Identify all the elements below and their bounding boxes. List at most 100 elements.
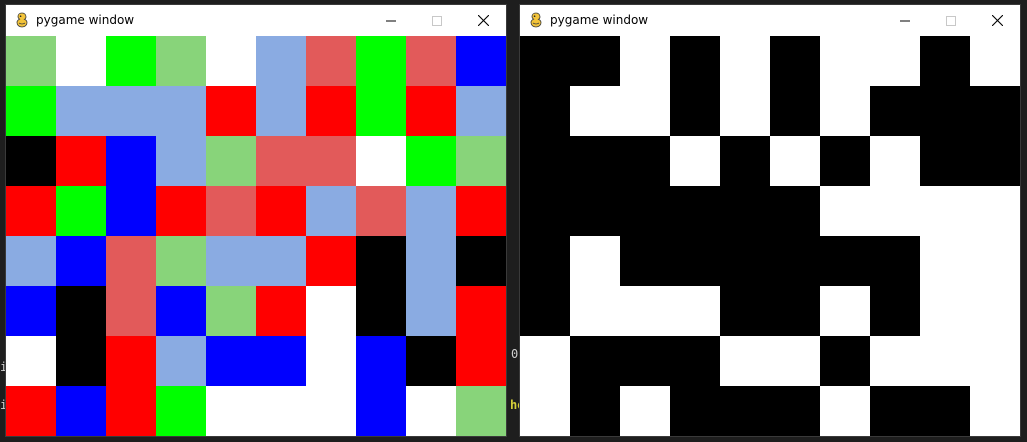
- grid-tile: [206, 36, 256, 86]
- grid-tile: [920, 236, 970, 286]
- grid-tile: [570, 86, 620, 136]
- grid-tile: [670, 36, 720, 86]
- grid-tile: [820, 36, 870, 86]
- title-bar[interactable]: pygame window: [6, 5, 506, 36]
- grid-tile: [770, 136, 820, 186]
- grid-tile: [406, 36, 456, 86]
- grid-tile: [570, 286, 620, 336]
- pygame-snake-icon: [16, 12, 28, 28]
- grid-tile: [306, 86, 356, 136]
- game-canvas[interactable]: [520, 36, 1020, 436]
- grid-tile: [106, 36, 156, 86]
- grid-tile: [520, 186, 570, 236]
- grid-tile: [620, 236, 670, 286]
- grid-tile: [770, 86, 820, 136]
- grid-tile: [870, 86, 920, 136]
- grid-tile: [206, 236, 256, 286]
- window-title: pygame window: [550, 13, 649, 27]
- grid-tile: [770, 336, 820, 386]
- grid-tile: [256, 336, 306, 386]
- grid-tile: [56, 136, 106, 186]
- grid-tile: [156, 236, 206, 286]
- grid-tile: [620, 36, 670, 86]
- grid-tile: [670, 236, 720, 286]
- grid-tile: [870, 36, 920, 86]
- close-icon: [477, 15, 489, 26]
- grid-tile: [56, 336, 106, 386]
- close-button[interactable]: [974, 5, 1020, 36]
- grid-tile: [156, 336, 206, 386]
- grid-tile: [570, 136, 620, 186]
- grid-tile: [620, 86, 670, 136]
- minimize-icon: [900, 20, 910, 21]
- grid-tile: [306, 386, 356, 436]
- pygame-window-2[interactable]: pygame window: [520, 5, 1020, 436]
- grid-tile: [820, 86, 870, 136]
- grid-tile: [570, 336, 620, 386]
- grid-tile: [156, 386, 206, 436]
- grid-tile: [620, 186, 670, 236]
- grid-tile: [720, 336, 770, 386]
- grid-tile: [720, 386, 770, 436]
- grid-tile: [720, 36, 770, 86]
- grid-tile: [56, 386, 106, 436]
- grid-tile: [520, 236, 570, 286]
- grid-tile: [356, 136, 406, 186]
- grid-tile: [106, 186, 156, 236]
- grid-tile: [406, 136, 456, 186]
- grid-tile: [456, 186, 506, 236]
- grid-tile: [106, 236, 156, 286]
- grid-tile: [356, 286, 406, 336]
- grid-tile: [820, 336, 870, 386]
- grid-tile: [770, 236, 820, 286]
- grid-tile: [156, 286, 206, 336]
- grid-tile: [920, 86, 970, 136]
- maximize-icon: [946, 15, 956, 26]
- minimize-button[interactable]: [368, 5, 414, 36]
- minimize-button[interactable]: [882, 5, 928, 36]
- pygame-window-1[interactable]: pygame window: [6, 5, 506, 436]
- maximize-button[interactable]: [928, 5, 974, 36]
- grid-tile: [256, 86, 306, 136]
- grid-tile: [720, 186, 770, 236]
- grid-tile: [206, 186, 256, 236]
- grid-tile: [206, 386, 256, 436]
- grid-tile: [356, 336, 406, 386]
- grid-tile: [720, 286, 770, 336]
- grid-tile: [306, 286, 356, 336]
- grid-tile: [970, 336, 1020, 386]
- grid-tile: [570, 386, 620, 436]
- grid-tile: [206, 286, 256, 336]
- grid-tile: [406, 286, 456, 336]
- grid-tile: [406, 386, 456, 436]
- grid-tile: [970, 86, 1020, 136]
- grid-tile: [820, 286, 870, 336]
- grid-tile: [670, 386, 720, 436]
- title-bar[interactable]: pygame window: [520, 5, 1020, 36]
- grid-tile: [870, 336, 920, 386]
- pygame-snake-icon: [530, 12, 542, 28]
- grid-tile: [106, 286, 156, 336]
- grid-tile: [6, 86, 56, 136]
- grid-tile: [770, 286, 820, 336]
- grid-tile: [406, 186, 456, 236]
- grid-tile: [306, 236, 356, 286]
- grid-tile: [6, 236, 56, 286]
- maximize-button[interactable]: [414, 5, 460, 36]
- grid-tile: [306, 36, 356, 86]
- grid-tile: [106, 336, 156, 386]
- grid-tile: [306, 336, 356, 386]
- grid-tile: [920, 36, 970, 86]
- grid-tile: [6, 36, 56, 86]
- maximize-icon: [432, 15, 442, 26]
- grid-tile: [620, 336, 670, 386]
- grid-tile: [256, 186, 306, 236]
- grid-tile: [920, 386, 970, 436]
- game-canvas[interactable]: [6, 36, 506, 436]
- grid-tile: [520, 386, 570, 436]
- grid-tile: [720, 136, 770, 186]
- minimize-icon: [386, 20, 396, 21]
- close-button[interactable]: [460, 5, 506, 36]
- grid-tile: [670, 286, 720, 336]
- grid-tile: [820, 386, 870, 436]
